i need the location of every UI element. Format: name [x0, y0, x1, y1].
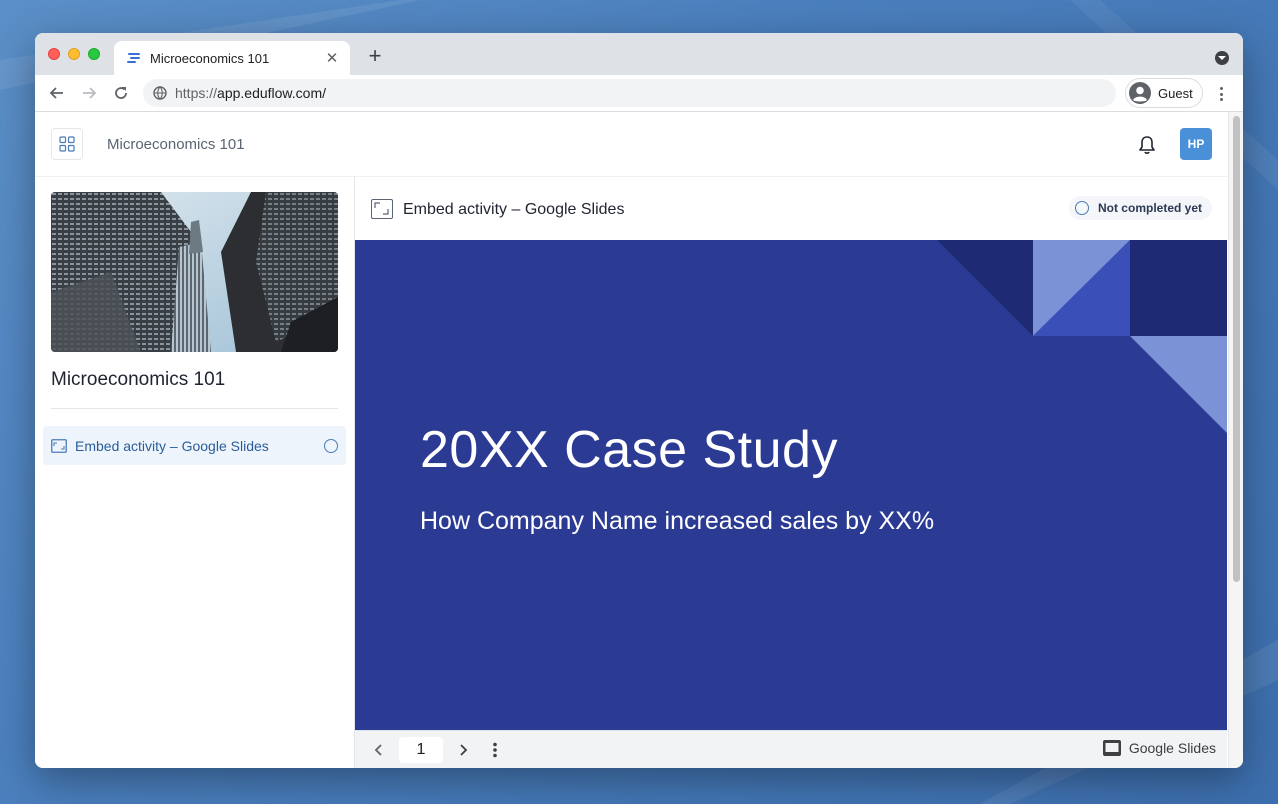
minimize-window-button[interactable]	[68, 48, 80, 60]
chevron-left-icon	[374, 744, 382, 756]
account-icon	[1129, 82, 1151, 104]
slides-control-bar: 1 Google Slides	[355, 730, 1227, 768]
more-vert-icon	[493, 742, 497, 758]
profile-button[interactable]: Guest	[1125, 78, 1203, 108]
close-tab-icon[interactable]: ✕	[324, 49, 340, 67]
back-button[interactable]	[45, 81, 69, 105]
site-info-icon[interactable]	[153, 86, 167, 100]
slide-subtitle: How Company Name increased sales by XX%	[420, 507, 935, 535]
sidebar-course-title: Microeconomics 101	[51, 369, 226, 390]
slide-canvas[interactable]: 20XX Case Study How Company Name increas…	[355, 240, 1227, 730]
eduflow-app: Microeconomics 101 HP Microeconomics 101…	[35, 112, 1228, 768]
status-circle-icon	[324, 438, 338, 453]
maximize-window-button[interactable]	[88, 48, 100, 60]
url-text: https://app.eduflow.com/	[175, 85, 326, 101]
eduflow-favicon-icon	[127, 53, 140, 63]
chevron-right-icon	[460, 744, 468, 756]
google-slides-link[interactable]: Google Slides	[1102, 740, 1216, 756]
browser-window: Microeconomics 101 ✕ + https://app.edufl…	[35, 33, 1243, 768]
tab-search-button[interactable]	[1215, 51, 1229, 65]
apps-grid-button[interactable]	[51, 128, 83, 160]
next-slide-button[interactable]	[453, 740, 473, 760]
back-arrow-icon	[49, 87, 63, 99]
course-cover-image	[51, 192, 338, 352]
profile-label: Guest	[1158, 85, 1193, 101]
sidebar-divider	[51, 408, 338, 409]
status-circle-icon	[1074, 201, 1089, 215]
activity-header: Embed activity – Google Slides Not compl…	[355, 176, 1228, 240]
course-sidebar: Microeconomics 101 Embed activity – Goog…	[35, 176, 355, 768]
sidebar-item-embed-activity[interactable]: Embed activity – Google Slides	[43, 426, 346, 465]
tab-strip: Microeconomics 101 ✕ +	[35, 33, 1243, 75]
reload-icon	[115, 87, 127, 99]
previous-slide-button[interactable]	[369, 740, 389, 760]
completion-status-label: Not completed yet	[1097, 201, 1202, 215]
embed-icon	[51, 438, 67, 453]
user-avatar[interactable]: HP	[1180, 128, 1212, 160]
chevron-down-icon	[1218, 56, 1226, 60]
slide-title: 20XX Case Study	[420, 421, 838, 479]
close-window-button[interactable]	[48, 48, 60, 60]
browser-menu-button[interactable]	[1213, 85, 1229, 103]
activity-title: Embed activity – Google Slides	[403, 201, 625, 218]
scrollbar-thumb[interactable]	[1233, 116, 1240, 582]
google-slides-label: Google Slides	[1128, 740, 1216, 756]
browser-toolbar: https://app.eduflow.com/ Guest	[35, 75, 1243, 112]
browser-tab[interactable]: Microeconomics 101 ✕	[114, 41, 350, 75]
sidebar-item-label: Embed activity – Google Slides	[75, 437, 269, 454]
app-header: Microeconomics 101 HP	[35, 112, 1228, 176]
apps-grid-icon	[59, 136, 75, 152]
embed-icon	[371, 199, 393, 219]
google-slides-icon	[1102, 740, 1121, 756]
page-scrollbar[interactable]	[1228, 112, 1243, 768]
address-bar[interactable]: https://app.eduflow.com/	[143, 79, 1116, 107]
slides-more-options-button[interactable]	[485, 740, 505, 760]
bell-icon[interactable]	[1136, 134, 1158, 156]
slide-page-number[interactable]: 1	[399, 737, 443, 763]
slide-decoration	[937, 240, 1227, 433]
activity-content: Embed activity – Google Slides Not compl…	[355, 176, 1228, 768]
completion-status-badge[interactable]: Not completed yet	[1068, 196, 1212, 220]
reload-button[interactable]	[109, 81, 133, 105]
forward-button[interactable]	[77, 81, 101, 105]
forward-arrow-icon	[83, 87, 97, 99]
new-tab-button[interactable]: +	[363, 44, 387, 68]
tab-title: Microeconomics 101	[150, 50, 270, 66]
header-course-name[interactable]: Microeconomics 101	[107, 136, 245, 153]
